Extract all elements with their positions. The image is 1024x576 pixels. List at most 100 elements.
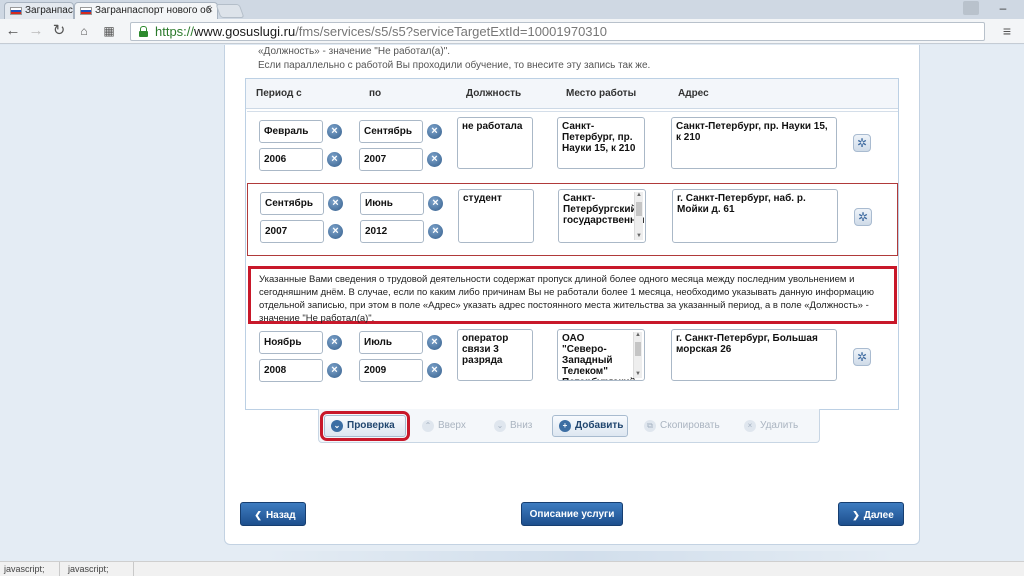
copy-icon: ⧉ [644,420,656,432]
clear-icon[interactable]: × [327,335,342,350]
clear-icon[interactable]: × [427,335,442,350]
check-button-label: Проверка [347,420,395,431]
tab-title: Загранпаспорт нового об [95,5,212,16]
forward-arrow-icon[interactable]: → [27,22,45,40]
chevron-left-icon: ❮ [254,510,262,520]
status-right: javascript; [64,562,134,576]
scrollbar[interactable] [633,330,642,380]
header-workplace: Место работы [566,88,637,99]
menu-icon[interactable]: ≡ [1000,24,1014,38]
to-month-field[interactable]: Июнь [360,192,424,215]
user-profile-icon[interactable] [963,1,979,15]
from-month-field[interactable]: Ноябрь [259,331,323,354]
workplace-field[interactable]: ОАО "Северо-Западный Телеком" Петербургс… [557,329,645,381]
url-path: /fms/services/s5/s5?serviceTargetExtId=1… [295,24,607,39]
address-field[interactable]: г. Санкт-Петербург, наб. р. Мойки д. 61 [672,189,838,243]
header-address: Адрес [678,88,709,99]
position-field[interactable]: не работала [457,117,533,169]
back-arrow-icon[interactable]: ← [4,22,22,40]
clear-icon[interactable]: × [328,224,343,239]
delete-button-label: Удалить [760,420,799,431]
table-row[interactable]: Ноябрь × 2008 × Июль × 2009 × оператор с… [247,329,898,403]
browser-tab-2[interactable]: Загранпаспорт нового об × [74,2,218,19]
minimize-icon[interactable]: – [990,0,1016,16]
copy-button[interactable]: ⧉ Скопировать [637,415,727,437]
move-down-label: Вниз [510,420,533,431]
intro-text: «Должность» - значение "Не работал(а)". … [258,45,858,73]
next-button[interactable]: ❯ Далее [838,502,904,526]
clear-icon[interactable]: × [328,196,343,211]
intro-line-2: Если параллельно с работой Вы проходили … [258,60,651,71]
home-icon[interactable]: ⌂ [75,22,93,40]
table-action-bar: ⌄ Проверка ⌃ Вверх ⌄ Вниз + Добавить ⧉ С… [318,409,820,443]
arrow-up-icon: ⌃ [422,420,434,432]
to-year-field[interactable]: 2009 [359,359,423,382]
new-tab-button[interactable] [215,4,245,18]
back-button[interactable]: ❮ Назад [240,502,306,526]
chevron-down-icon: ⌄ [331,420,343,432]
apps-icon[interactable]: ▦ [100,22,118,40]
gear-icon[interactable]: ✲ [853,134,871,152]
back-button-label: Назад [265,510,296,521]
add-button[interactable]: + Добавить [552,415,628,437]
delete-button[interactable]: × Удалить [737,415,807,437]
from-year-field[interactable]: 2008 [259,359,323,382]
from-month-field[interactable]: Сентябрь [260,192,324,215]
table-header: Период с по Должность Место работы Адрес [246,79,898,109]
next-button-label: Далее [863,510,894,521]
reload-icon[interactable]: ↻ [50,22,68,40]
position-field[interactable]: оператор связи 3 разряда [457,329,533,381]
address-bar[interactable]: https://www.gosuslugi.ru/fms/services/s5… [130,22,985,41]
table-row-selected[interactable]: Сентябрь × 2007 × Июнь × 2012 × студент … [247,183,898,256]
to-month-field[interactable]: Июль [359,331,423,354]
clear-icon[interactable]: × [327,124,342,139]
gap-warning-message: Указанные Вами сведения о трудовой деяте… [248,266,897,324]
intro-line-1: «Должность» - значение "Не работал(а)". [258,46,451,57]
browser-tab-1[interactable]: Загранпас [4,2,74,19]
move-down-button[interactable]: ⌄ Вниз [487,415,543,437]
clear-icon[interactable]: × [427,152,442,167]
move-up-button[interactable]: ⌃ Вверх [415,415,477,437]
gear-icon[interactable]: ✲ [854,208,872,226]
clear-icon[interactable]: × [327,152,342,167]
browser-status-bar: javascript; javascript; [0,561,1024,576]
to-month-field[interactable]: Сентябрь [359,120,423,143]
chevron-right-icon: ❯ [852,510,860,520]
clear-icon[interactable]: × [428,196,443,211]
to-year-field[interactable]: 2012 [360,220,424,243]
lock-icon [139,26,148,37]
from-month-field[interactable]: Февраль [259,120,323,143]
from-year-field[interactable]: 2006 [259,148,323,171]
close-tab-icon[interactable]: × [207,4,213,16]
scrollbar[interactable] [634,190,643,242]
gear-icon[interactable]: ✲ [853,348,871,366]
to-year-field[interactable]: 2007 [359,148,423,171]
service-description-button[interactable]: Описание услуги [521,502,623,526]
copy-button-label: Скопировать [660,420,720,431]
header-position: Должность [466,88,522,99]
arrow-down-icon: ⌄ [494,420,506,432]
clear-icon[interactable]: × [327,363,342,378]
position-field[interactable]: студент [458,189,534,243]
address-field[interactable]: Санкт-Петербург, пр. Науки 15, к 210 [671,117,837,169]
workplace-field[interactable]: Санкт-Петербургский государственный [558,189,646,243]
status-left: javascript; [0,562,60,576]
url-domain: www.gosuslugi.ru [194,24,296,39]
decorative-strip [260,551,900,561]
employment-table: Период с по Должность Место работы Адрес… [245,78,899,410]
tab-title: Загранпас [25,5,73,16]
check-button[interactable]: ⌄ Проверка [320,411,410,441]
table-row[interactable]: Февраль × 2006 × Сентябрь × 2007 × не ра… [247,111,898,181]
russia-flag-icon [10,7,22,15]
address-field[interactable]: г. Санкт-Петербург, Большая морская 26 [671,329,837,381]
clear-icon[interactable]: × [427,124,442,139]
workplace-field[interactable]: Санкт-Петербург, пр. Науки 15, к 210 [557,117,645,169]
browser-tab-bar: Загранпас Загранпаспорт нового об × – [0,0,1024,19]
from-year-field[interactable]: 2007 [260,220,324,243]
clear-icon[interactable]: × [428,224,443,239]
clear-icon[interactable]: × [427,363,442,378]
add-button-label: Добавить [575,420,624,431]
workplace-text: ОАО "Северо-Западный Телеком" Петербургс… [562,333,636,380]
delete-icon: × [744,420,756,432]
page-viewport: «Должность» - значение "Не работал(а)". … [0,45,1024,561]
